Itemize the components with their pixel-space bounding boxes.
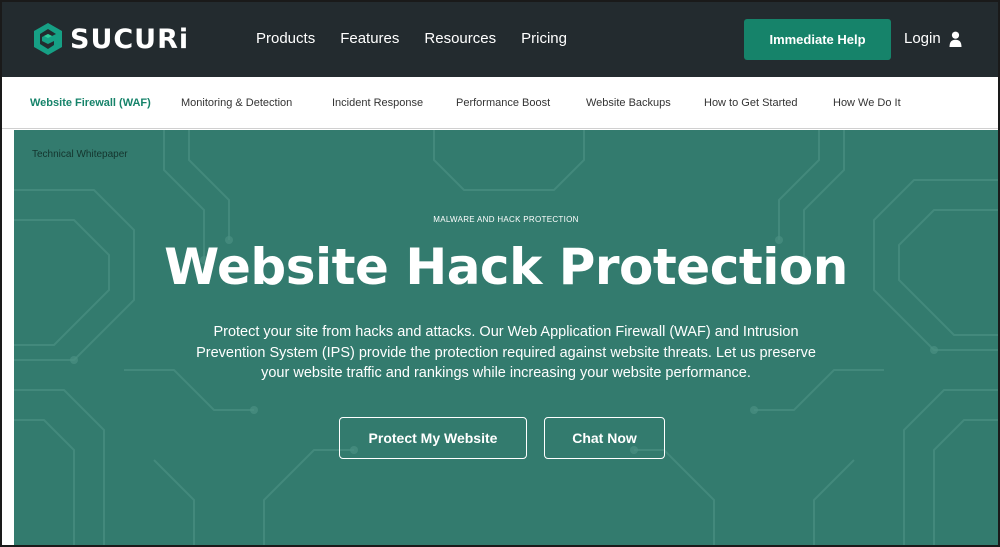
hero-section: Technical Whitepaper MALWARE AND HACK PR… [14,130,998,545]
sucuri-logo[interactable]: SUCURi [32,22,189,56]
top-navigation: SUCURi Products Features Resources Prici… [2,2,998,77]
hero-description: Protect your site from hacks and attacks… [196,324,816,381]
user-icon [949,31,962,47]
chat-now-button[interactable]: Chat Now [544,417,665,459]
subnav-how-we-do-it[interactable]: How We Do It [833,97,901,109]
immediate-help-button[interactable]: Immediate Help [744,19,891,60]
login-label: Login [904,30,941,47]
login-link[interactable]: Login [904,30,962,47]
sub-navigation: Website Firewall (WAF) Monitoring & Dete… [2,77,998,129]
subnav-monitoring-detection[interactable]: Monitoring & Detection [181,97,292,109]
hero-title: Website Hack Protection [164,238,848,296]
sucuri-logo-icon [34,23,62,55]
subnav-website-backups[interactable]: Website Backups [586,97,671,109]
subnav-how-to-get-started[interactable]: How to Get Started [704,97,798,109]
nav-products[interactable]: Products [256,30,315,47]
brand-name: SUCURi [70,23,190,55]
nav-features[interactable]: Features [340,30,399,47]
protect-my-website-button[interactable]: Protect My Website [339,417,527,459]
browser-viewport: SUCURi Products Features Resources Prici… [0,0,1000,547]
nav-pricing[interactable]: Pricing [521,30,567,47]
subnav-performance-boost[interactable]: Performance Boost [456,97,550,109]
nav-resources[interactable]: Resources [424,30,496,47]
main-nav: Products Features Resources Pricing [256,30,592,47]
breadcrumb-technical-whitepaper[interactable]: Technical Whitepaper [32,149,128,160]
hero-eyebrow: MALWARE AND HACK PROTECTION [433,215,579,224]
subnav-incident-response[interactable]: Incident Response [332,97,423,109]
subnav-website-firewall[interactable]: Website Firewall (WAF) [30,97,151,109]
